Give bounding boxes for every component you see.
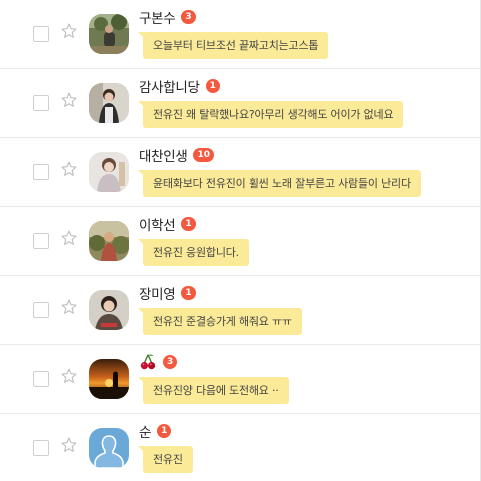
chat-list: 구본수 3 오늘부터 티브조선 끝짜고치는고스톱 감사합니당 1 전유진 왜 탈… [0,0,481,481]
favorite-star-icon[interactable] [60,91,78,109]
favorite-star-icon[interactable] [60,298,78,316]
favorite-star-icon[interactable] [60,436,78,454]
unread-badge: 3 [163,355,178,369]
message-preview[interactable]: 전유진 응원합니다. [138,239,249,266]
message-preview[interactable]: 전유진양 다음에 도전해요 ·· [138,377,289,404]
select-checkbox[interactable] [33,440,49,456]
message-preview[interactable]: 윤태화보다 전유진이 휠씬 노래 잘부른고 사람들이 난리다 [138,170,421,197]
unread-badge: 1 [157,424,172,438]
avatar[interactable] [89,83,129,123]
chat-name: 순 [139,425,152,441]
chat-row[interactable]: 대찬인생 10 윤태화보다 전유진이 휠씬 노래 잘부른고 사람들이 난리다 [0,138,480,207]
chat-row[interactable]: 감사합니당 1 전유진 왜 탈락했나요?아무리 생각해도 어이가 없네요 [0,69,480,138]
unread-badge: 1 [181,286,196,300]
unread-badge: 10 [193,148,215,162]
chat-name: 이학선 [139,218,176,234]
favorite-star-icon[interactable] [60,367,78,385]
select-checkbox[interactable] [33,302,49,318]
avatar[interactable] [89,14,129,54]
chat-row[interactable]: 3 전유진양 다음에 도전해요 ·· [0,345,480,414]
avatar[interactable] [89,152,129,192]
message-preview[interactable]: 전유진 [138,446,193,473]
unread-badge: 3 [181,10,196,24]
avatar[interactable] [89,221,129,261]
chat-name: 구본수 [139,11,176,27]
select-checkbox[interactable] [33,371,49,387]
unread-badge: 1 [181,217,196,231]
message-preview[interactable]: 전유진 준결승가게 해줘요 ㅠㅠ [138,308,302,335]
favorite-star-icon[interactable] [60,160,78,178]
chat-name: 감사합니당 [139,80,200,96]
chat-row[interactable]: 장미영 1 전유진 준결승가게 해줘요 ㅠㅠ [0,276,480,345]
chat-name: 장미영 [139,287,176,303]
chat-row[interactable]: 이학선 1 전유진 응원합니다. [0,207,480,276]
avatar[interactable] [89,290,129,330]
select-checkbox[interactable] [33,164,49,180]
chat-row[interactable]: 구본수 3 오늘부터 티브조선 끝짜고치는고스톱 [0,0,480,69]
message-preview[interactable]: 전유진 왜 탈락했나요?아무리 생각해도 어이가 없네요 [137,101,404,128]
select-checkbox[interactable] [33,95,49,111]
default-avatar-icon[interactable] [89,428,129,468]
avatar[interactable] [89,359,129,399]
favorite-star-icon[interactable] [60,229,78,247]
favorite-star-icon[interactable] [60,22,78,40]
select-checkbox[interactable] [33,26,49,42]
unread-badge: 1 [205,79,220,93]
cherry-icon [140,354,156,370]
message-preview[interactable]: 오늘부터 티브조선 끝짜고치는고스톱 [137,32,329,59]
chat-name: 대찬인생 [139,149,188,165]
select-checkbox[interactable] [33,233,49,249]
chat-row[interactable]: 순 1 전유진 [0,414,480,481]
